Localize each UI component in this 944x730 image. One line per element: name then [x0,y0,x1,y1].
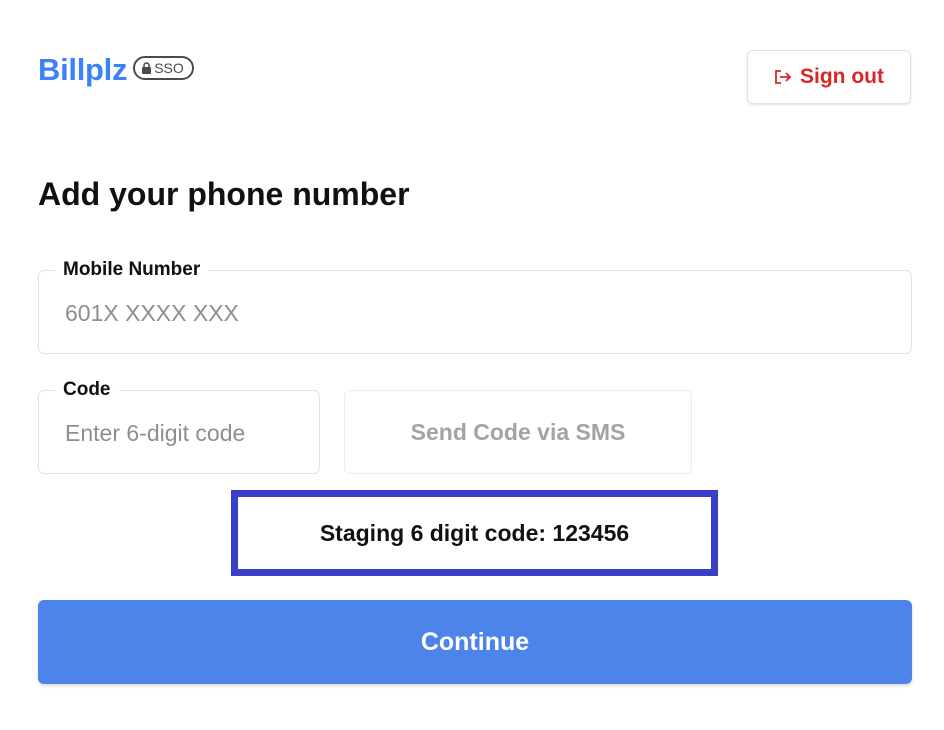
sign-out-icon [775,70,792,84]
lock-icon [142,61,152,74]
mobile-number-label: Mobile Number [55,257,209,283]
sign-out-label: Sign out [800,65,884,88]
mobile-number-field: Mobile Number [38,257,912,354]
code-input[interactable] [65,413,305,453]
sso-badge-label: SSO [154,59,184,76]
continue-button[interactable]: Continue [38,600,912,684]
sign-out-button[interactable]: Sign out [747,50,911,104]
send-code-sms-button[interactable]: Send Code via SMS [344,390,692,474]
mobile-number-input[interactable] [65,293,885,333]
sso-badge: SSO [133,55,194,80]
staging-code-notice: Staging 6 digit code: 123456 [231,490,718,576]
code-field: Code [38,377,320,474]
logo-text: Billplz [38,52,128,87]
page-title: Add your phone number [38,176,410,212]
code-label: Code [55,377,119,403]
billplz-logo: Billplz SSO [38,54,194,85]
sso-phone-page: Billplz SSO Sign out Add your phone numb… [0,0,944,730]
